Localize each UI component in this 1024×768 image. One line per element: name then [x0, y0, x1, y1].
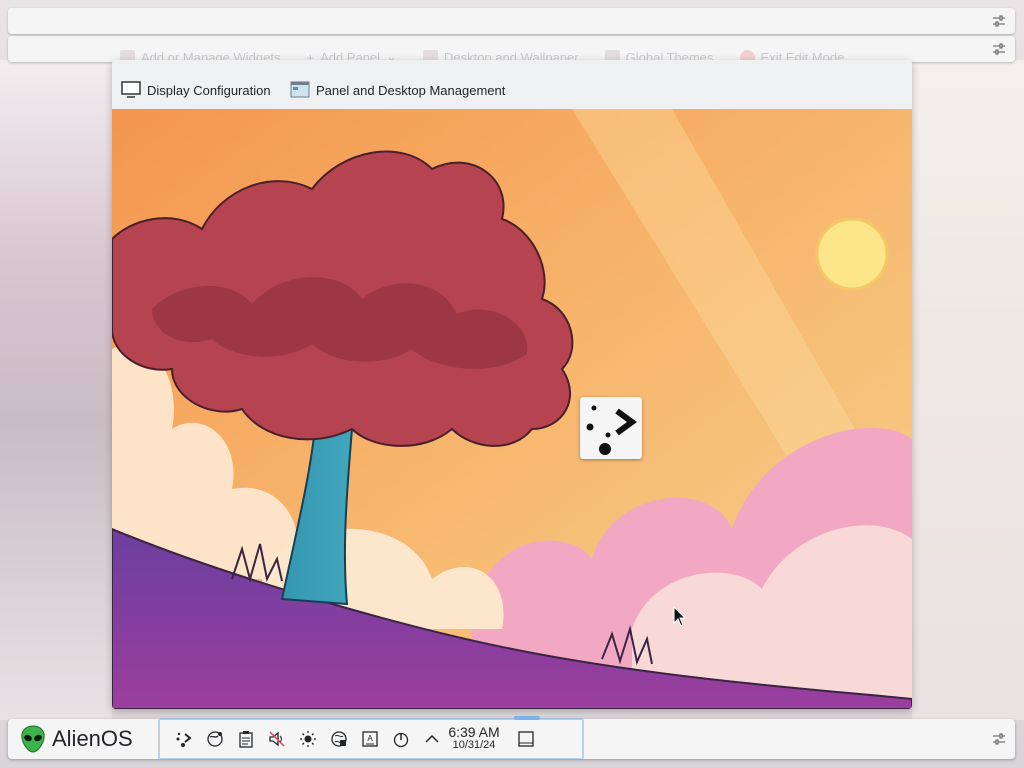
monitor-icon — [121, 81, 141, 98]
clock-date: 10/31/24 — [452, 739, 496, 751]
panel-management-icon — [290, 81, 310, 98]
panel-configure-icon[interactable] — [991, 41, 1007, 57]
taskbar-separator — [158, 727, 159, 751]
display-configuration-button[interactable]: Display Configuration — [121, 78, 271, 102]
network-icon[interactable] — [205, 729, 225, 749]
widget-drag-handle[interactable] — [580, 397, 642, 459]
show-hidden-chevron-icon[interactable] — [422, 729, 442, 749]
desktop-management-toolbar: Display Configuration Panel and Desktop … — [112, 60, 912, 110]
panel-configure-icon[interactable] — [991, 731, 1007, 747]
kde-connect-icon[interactable] — [174, 729, 194, 749]
panel-resize-handle[interactable] — [514, 716, 540, 720]
app-launcher-button[interactable]: AlienOS — [20, 724, 133, 754]
svg-text:A: A — [367, 734, 373, 743]
panel-desktop-management-button[interactable]: Panel and Desktop Management — [290, 78, 505, 102]
keyboard-layout-icon[interactable]: A — [360, 729, 380, 749]
volume-muted-icon[interactable] — [267, 729, 287, 749]
top-panel-1[interactable] — [8, 8, 1015, 34]
background-blur-left — [0, 60, 112, 720]
browser-icon[interactable] — [329, 729, 349, 749]
system-tray: A — [174, 727, 442, 751]
kdeconnect-widget-icon — [586, 405, 638, 455]
panel-configure-icon[interactable] — [991, 13, 1007, 29]
digital-clock[interactable]: 6:39 AM 10/31/24 — [442, 725, 506, 751]
panel-desktop-management-label: Panel and Desktop Management — [316, 82, 506, 98]
brightness-icon[interactable] — [298, 729, 318, 749]
alien-logo-icon — [21, 725, 45, 753]
launcher-label: AlienOS — [52, 726, 133, 751]
clock-time: 6:39 AM — [448, 724, 500, 740]
wallpaper-image — [112, 109, 912, 709]
bottom-taskbar[interactable]: AlienOS A 6:39 AM 10/31/24 — [8, 716, 1015, 760]
power-icon[interactable] — [391, 729, 411, 749]
show-desktop-icon[interactable] — [516, 729, 536, 749]
desktop-preview: Display Configuration Panel and Desktop … — [112, 60, 912, 709]
clipboard-icon[interactable] — [236, 729, 256, 749]
display-configuration-label: Display Configuration — [147, 82, 271, 98]
background-blur-right — [912, 60, 1024, 720]
